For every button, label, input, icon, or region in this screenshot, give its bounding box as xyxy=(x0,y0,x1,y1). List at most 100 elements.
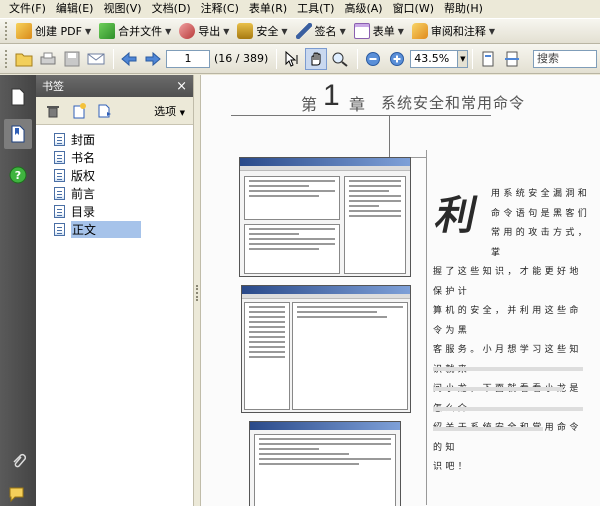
zoom-tool-button[interactable] xyxy=(329,48,351,70)
bookmark-page-icon xyxy=(54,204,65,218)
create-pdf-button[interactable]: 创建 PDF ▼ xyxy=(13,20,94,42)
navigation-toolbar: 1 (16 / 389) 43.5% ▼ 搜索 xyxy=(0,44,600,74)
menu-help[interactable]: 帮助(H) xyxy=(439,0,488,18)
search-input[interactable]: 搜索 xyxy=(533,50,597,68)
zoom-out-button[interactable] xyxy=(362,48,384,70)
delete-bookmark-button[interactable] xyxy=(44,102,62,120)
bookmark-cover[interactable]: 封面 xyxy=(54,130,193,148)
menu-tools[interactable]: 工具(T) xyxy=(292,0,339,18)
forms-icon xyxy=(353,23,370,39)
chevron-down-icon: ▼ xyxy=(397,26,404,36)
menu-forms[interactable]: 表单(R) xyxy=(244,0,292,18)
page-number-input[interactable]: 1 xyxy=(166,49,210,68)
document-view[interactable]: 第 1 章 系统安全和常用命令 利 用系统安全漏洞和 命令语句是黑客们 常用的攻… xyxy=(201,75,600,506)
menu-bar: 文件(F) 编辑(E) 视图(V) 文档(D) 注释(C) 表单(R) 工具(T… xyxy=(0,0,600,18)
sign-button[interactable]: 签名 ▼ xyxy=(293,20,349,42)
attachments-panel-button[interactable] xyxy=(6,449,30,473)
chevron-down-icon: ▼ xyxy=(339,26,346,36)
menu-document[interactable]: 文档(D) xyxy=(147,0,196,18)
bookmark-preface[interactable]: 前言 xyxy=(54,184,193,202)
combine-files-icon xyxy=(99,23,116,39)
panel-splitter[interactable] xyxy=(193,75,201,506)
menu-view[interactable]: 视图(V) xyxy=(98,0,146,18)
bookmarks-panel: 书签 × 选项 ▼ 封面 书名 版权 前言 目录 正文 xyxy=(36,75,193,506)
previous-page-button[interactable] xyxy=(118,48,140,70)
options-menu[interactable]: 选项 ▼ xyxy=(154,103,185,119)
bookmark-title[interactable]: 书名 xyxy=(54,148,193,166)
comment-icon xyxy=(9,487,24,503)
create-pdf-icon xyxy=(16,23,32,39)
splitter-grip xyxy=(196,285,198,301)
security-button[interactable]: 安全 ▼ xyxy=(234,20,290,42)
decorative-line xyxy=(426,150,427,505)
chevron-down-icon: ▼ xyxy=(84,26,92,36)
navigation-rail: ? xyxy=(0,75,36,506)
zoom-in-icon xyxy=(390,51,405,66)
open-button[interactable] xyxy=(13,48,35,70)
faded-text-line xyxy=(433,407,583,411)
bookmark-copyright[interactable]: 版权 xyxy=(54,166,193,184)
chevron-down-icon: ▼ xyxy=(488,26,496,36)
review-comment-button[interactable]: 审阅和注释 ▼ xyxy=(409,20,498,42)
chevron-down-icon: ▼ xyxy=(165,26,172,36)
printer-icon xyxy=(40,52,56,64)
zoom-dropdown-button[interactable]: ▼ xyxy=(458,49,469,68)
toolbar-grip[interactable] xyxy=(5,22,9,40)
export-button[interactable]: 导出 ▼ xyxy=(176,20,232,42)
close-icon[interactable]: × xyxy=(176,79,187,94)
pages-icon xyxy=(11,88,25,106)
bookmark-actions-button[interactable] xyxy=(96,102,114,120)
menu-window[interactable]: 窗口(W) xyxy=(388,0,439,18)
forms-button[interactable]: 表单 ▼ xyxy=(351,20,407,42)
faded-text-line xyxy=(433,367,583,371)
decorative-line xyxy=(389,115,390,159)
bookmark-page-icon xyxy=(54,222,65,236)
heading-rule xyxy=(231,115,491,116)
fit-width-icon xyxy=(505,51,520,66)
bookmarks-panel-header: 书签 × xyxy=(36,75,193,97)
combine-files-button[interactable]: 合并文件 ▼ xyxy=(96,20,174,42)
pages-panel-button[interactable] xyxy=(6,85,30,109)
hand-tool-button[interactable] xyxy=(305,47,328,70)
bookmark-icon xyxy=(11,125,25,143)
select-tool-button[interactable] xyxy=(281,48,303,70)
menu-file[interactable]: 文件(F) xyxy=(4,0,51,18)
new-bookmark-icon xyxy=(73,102,86,118)
toolbar-separator xyxy=(357,48,359,69)
chapter-intro-text: 用系统安全漏洞和 命令语句是黑客们 常用的攻击方式，掌 握了这些知识，才能更好地… xyxy=(433,189,591,472)
next-page-button[interactable] xyxy=(142,48,164,70)
bookmark-page-icon xyxy=(54,150,65,164)
print-button[interactable] xyxy=(37,48,59,70)
chevron-down-icon: ▼ xyxy=(281,26,288,36)
zoom-in-button[interactable] xyxy=(386,48,408,70)
menu-comments[interactable]: 注释(C) xyxy=(196,0,244,18)
save-button[interactable] xyxy=(61,48,83,70)
comments-panel-button[interactable] xyxy=(6,483,30,506)
bookmarks-panel-button[interactable] xyxy=(4,119,32,149)
new-bookmark-button[interactable] xyxy=(70,102,88,120)
email-button[interactable] xyxy=(85,48,107,70)
pdf-page: 第 1 章 系统安全和常用命令 利 用系统安全漏洞和 命令语句是黑客们 常用的攻… xyxy=(201,75,600,506)
arrow-right-icon xyxy=(145,51,161,66)
lock-icon xyxy=(237,23,254,39)
figure-screenshot-3 xyxy=(249,421,401,506)
bookmark-body[interactable]: 正文 xyxy=(54,220,193,238)
chapter-heading: 第 1 章 系统安全和常用命令 xyxy=(301,79,526,114)
bookmark-list: 封面 书名 版权 前言 目录 正文 xyxy=(36,125,193,238)
help-panel-button[interactable]: ? xyxy=(6,163,30,187)
magnifier-icon xyxy=(332,52,348,67)
bookmark-page-icon xyxy=(54,186,65,200)
toolbar-grip[interactable] xyxy=(5,49,9,68)
menu-edit[interactable]: 编辑(E) xyxy=(51,0,99,18)
cursor-text-select-icon xyxy=(285,50,298,67)
faded-text-line xyxy=(433,427,543,431)
bookmark-contents[interactable]: 目录 xyxy=(54,202,193,220)
toolbar-separator xyxy=(472,48,474,69)
figure-screenshot-1 xyxy=(239,157,411,277)
faded-text-line xyxy=(433,387,563,391)
help-icon: ? xyxy=(9,166,27,184)
fit-width-button[interactable] xyxy=(501,48,523,70)
fit-page-button[interactable] xyxy=(477,48,499,70)
zoom-level-input[interactable]: 43.5% xyxy=(410,49,459,68)
menu-advanced[interactable]: 高级(A) xyxy=(339,0,387,18)
